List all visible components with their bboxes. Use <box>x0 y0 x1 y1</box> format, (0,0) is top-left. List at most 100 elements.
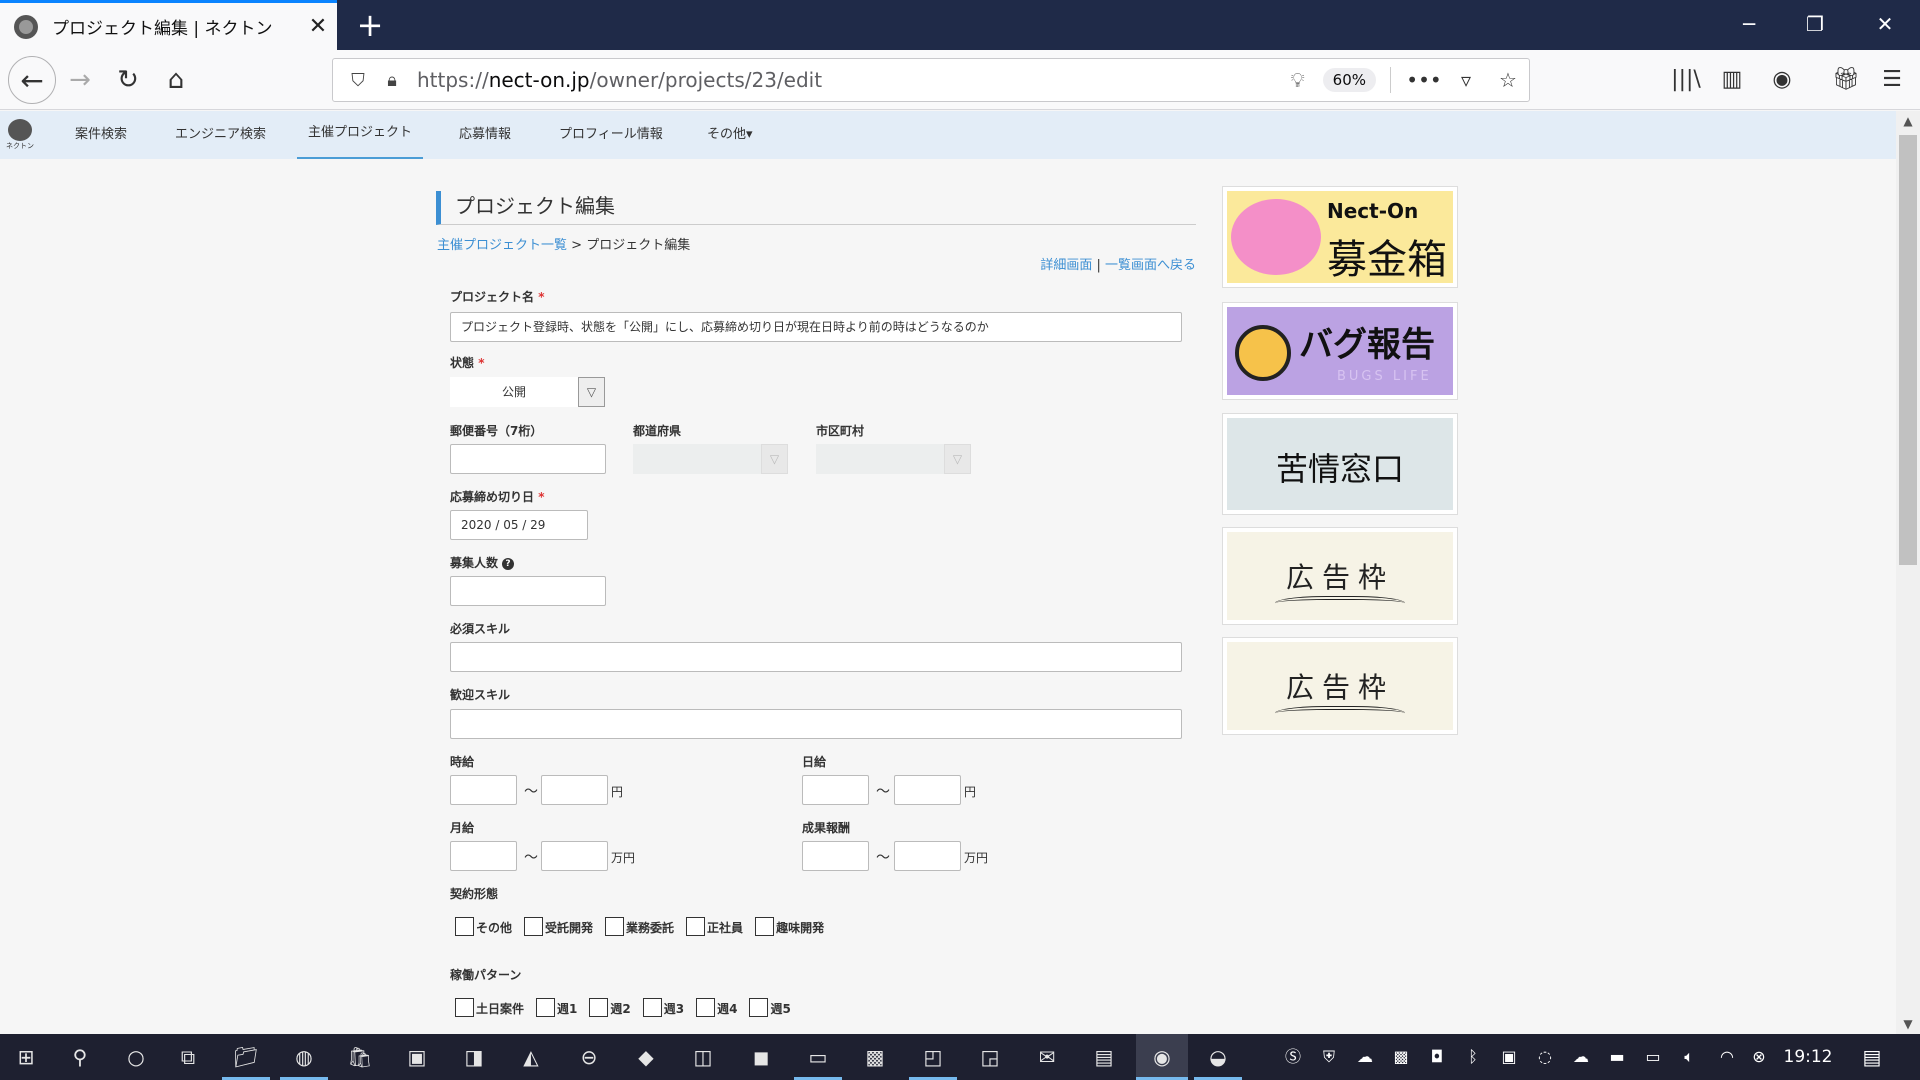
headcount-input[interactable] <box>450 576 606 606</box>
tray-app-icon-3[interactable]: ▣ <box>1494 1034 1524 1080</box>
city-select[interactable]: ▽ <box>816 444 971 474</box>
tray-app-icon-1[interactable]: ▩ <box>1386 1034 1416 1080</box>
contract-option-full-time[interactable]: 正社員 <box>686 917 743 936</box>
app-icon-6[interactable]: ◫ <box>679 1034 727 1080</box>
skype-icon[interactable]: Ⓢ <box>1278 1034 1308 1080</box>
contract-option-other[interactable]: その他 <box>455 917 512 936</box>
zoom-level-badge[interactable]: 60% <box>1322 68 1376 92</box>
gift-icon[interactable]: 🎁︎ <box>1826 62 1866 98</box>
more-icon[interactable]: ••• <box>1403 68 1445 92</box>
app-icon-7[interactable]: ◼ <box>737 1034 785 1080</box>
work-option-3days[interactable]: 週3 <box>642 998 684 1017</box>
monthly-wage-max-input[interactable] <box>541 841 608 871</box>
daily-wage-max-input[interactable] <box>894 775 961 805</box>
contract-option-service-contract[interactable]: 業務委託 <box>605 917 674 936</box>
page-scrollbar[interactable]: ▲ ▼ <box>1896 111 1920 1034</box>
app-icon-9[interactable]: ◰ <box>909 1034 957 1080</box>
mail-icon[interactable]: ✉ <box>1023 1034 1071 1080</box>
tray-app-icon-2[interactable]: ◘ <box>1422 1034 1452 1080</box>
account-icon[interactable]: ◉ <box>1762 62 1802 98</box>
site-logo[interactable]: ネクトン <box>6 119 34 151</box>
cortana-icon[interactable]: ○ <box>112 1034 160 1080</box>
monthly-wage-min-input[interactable] <box>450 841 517 871</box>
close-tab-icon[interactable]: ✕ <box>299 14 337 39</box>
lock-icon[interactable]: 🔒︎ <box>375 70 409 91</box>
wifi-icon[interactable]: ◠ <box>1712 1034 1742 1080</box>
nav-item-hosted-projects[interactable]: 主催プロジェクト <box>297 111 423 159</box>
work-option-5days[interactable]: 週5 <box>749 998 791 1017</box>
forward-arrow-icon[interactable]: → <box>58 58 102 102</box>
reward-max-input[interactable] <box>894 841 961 871</box>
tray-app-icon-5[interactable]: ☁ <box>1566 1034 1596 1080</box>
library-icon[interactable]: |||\ <box>1666 62 1706 98</box>
scroll-down-icon[interactable]: ▼ <box>1896 1014 1920 1034</box>
nav-item-other-dropdown[interactable]: その他▾ <box>707 111 753 159</box>
deadline-date-input[interactable]: 2020 / 05 / 29 <box>450 510 588 540</box>
network-wired-icon[interactable]: ▬ <box>1602 1034 1632 1080</box>
app-icon-5[interactable]: ◆ <box>622 1034 670 1080</box>
help-icon[interactable]: ? <box>502 557 515 570</box>
work-option-1day[interactable]: 週1 <box>536 998 577 1017</box>
nav-item-project-search[interactable]: 案件検索 <box>75 111 127 159</box>
chevron-down-icon[interactable]: ▽ <box>578 377 605 407</box>
battery-icon[interactable]: ▭ <box>1638 1034 1668 1080</box>
app-icon-12[interactable]: ◒ <box>1194 1034 1242 1080</box>
browser-tab-active[interactable]: プロジェクト編集 | ネクトン ✕ <box>0 0 337 50</box>
window-close-icon[interactable]: ✕ <box>1852 0 1918 50</box>
app-icon-11[interactable]: ▤ <box>1080 1034 1128 1080</box>
work-option-4days[interactable]: 週4 <box>696 998 737 1017</box>
tracking-shield-icon[interactable]: ⛉ <box>341 70 375 91</box>
hamburger-menu-icon[interactable]: ☰ <box>1872 62 1912 98</box>
sidebar-icon[interactable]: ▥ <box>1712 62 1752 98</box>
donation-box-banner[interactable]: Nect-On 募金箱 <box>1222 186 1458 288</box>
hourly-wage-max-input[interactable] <box>541 775 608 805</box>
taskbar-clock[interactable]: 19:12 <box>1768 1034 1848 1080</box>
onedrive-icon[interactable]: ☁ <box>1350 1034 1380 1080</box>
firefox-icon[interactable]: ◉ <box>1136 1034 1188 1080</box>
file-explorer-icon[interactable]: 📁︎ <box>222 1034 270 1080</box>
breadcrumb-link-projects[interactable]: 主催プロジェクト一覧 <box>437 238 567 253</box>
pocket-icon[interactable]: ▿ <box>1445 68 1487 92</box>
url-text[interactable]: https://nect-on.jp/owner/projects/23/edi… <box>417 68 1283 92</box>
required-skills-input[interactable] <box>450 642 1182 672</box>
windows-start-icon[interactable]: ⊞ <box>2 1034 50 1080</box>
app-icon-8[interactable]: ▩ <box>851 1034 899 1080</box>
project-name-input[interactable]: プロジェクト登録時、状態を「公開」にし、応募締め切り日が現在日時より前の時はどう… <box>450 312 1182 342</box>
new-tab-button[interactable]: + <box>350 5 390 45</box>
reward-min-input[interactable] <box>802 841 869 871</box>
bluetooth-icon[interactable]: ᛒ <box>1458 1034 1488 1080</box>
ad-slot-banner-1[interactable]: 広告枠 <box>1222 527 1458 625</box>
chevron-down-icon[interactable]: ▽ <box>761 444 788 474</box>
tray-app-icon-4[interactable]: ◌ <box>1530 1034 1560 1080</box>
postal-code-input[interactable] <box>450 444 606 474</box>
back-arrow-icon[interactable]: ← <box>8 56 56 104</box>
home-icon[interactable]: ⌂ <box>154 58 198 102</box>
ad-slot-banner-2[interactable]: 広告枠 <box>1222 637 1458 735</box>
nav-item-applications[interactable]: 応募情報 <box>459 111 511 159</box>
terminal-icon[interactable]: ▭ <box>794 1034 842 1080</box>
app-icon-3[interactable]: ◭ <box>507 1034 555 1080</box>
app-icon-4[interactable]: ⊖ <box>565 1034 613 1080</box>
task-view-icon[interactable]: ⧉ <box>164 1034 212 1080</box>
back-to-list-link[interactable]: 一覧画面へ戻る <box>1105 258 1196 273</box>
app-icon-10[interactable]: ◲ <box>966 1034 1014 1080</box>
hourly-wage-min-input[interactable] <box>450 775 517 805</box>
volume-icon[interactable]: 🔈︎ <box>1674 1034 1704 1080</box>
scroll-up-icon[interactable]: ▲ <box>1896 111 1920 131</box>
security-shield-icon[interactable]: ⛨ <box>1314 1034 1344 1080</box>
bookmark-star-icon[interactable]: ☆ <box>1487 68 1529 92</box>
chrome-icon[interactable]: ◍ <box>280 1034 328 1080</box>
contract-option-outsourced-dev[interactable]: 受託開発 <box>524 917 593 936</box>
daily-wage-min-input[interactable] <box>802 775 869 805</box>
work-option-2days[interactable]: 週2 <box>589 998 631 1017</box>
welcome-skills-input[interactable] <box>450 709 1182 739</box>
scroll-thumb[interactable] <box>1899 135 1917 565</box>
lightbulb-icon[interactable]: 💡︎ <box>1283 68 1313 92</box>
minimize-icon[interactable]: ─ <box>1716 0 1782 50</box>
restore-icon[interactable]: ❐ <box>1782 0 1848 50</box>
search-icon[interactable]: ⚲ <box>56 1034 104 1080</box>
complaint-window-banner[interactable]: 苦情窓口 <box>1222 413 1458 515</box>
contract-option-hobby-dev[interactable]: 趣味開発 <box>755 917 824 936</box>
detail-link[interactable]: 詳細画面 <box>1040 258 1092 273</box>
nav-item-engineer-search[interactable]: エンジニア検索 <box>175 111 266 159</box>
